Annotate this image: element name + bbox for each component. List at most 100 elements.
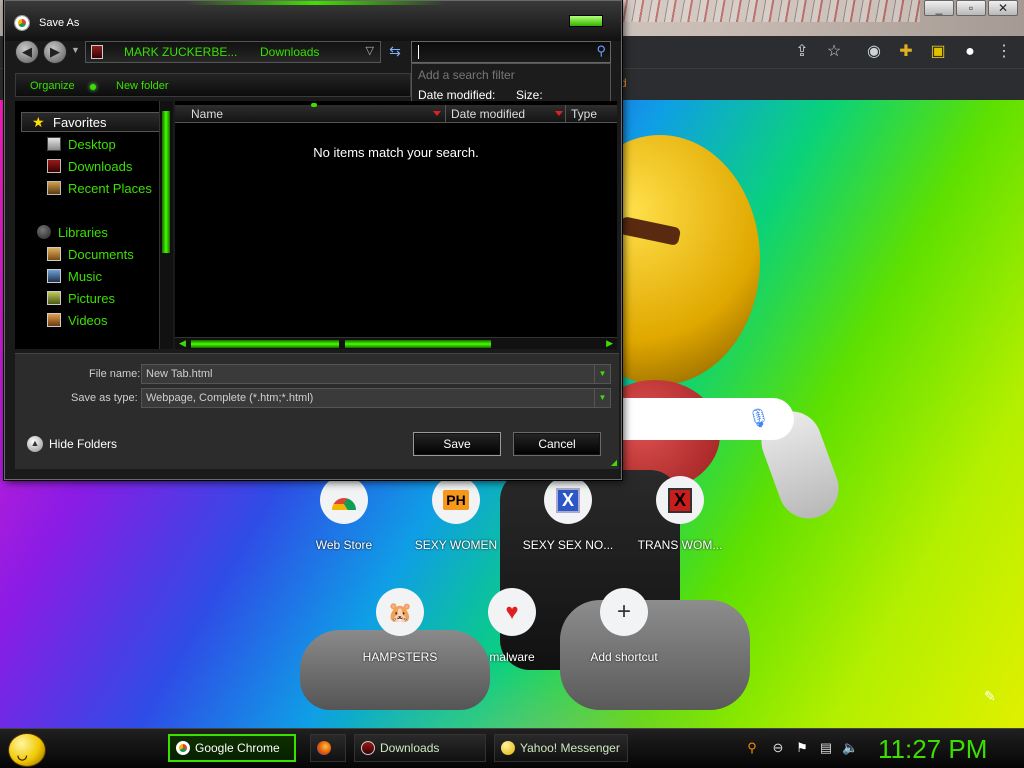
nav-label: Desktop [68,136,116,152]
microphone-icon[interactable]: 🎙 [747,408,770,429]
shortcut-tile[interactable]: PH SEXY WOMEN [396,476,516,552]
chevron-up-icon: ▲ [27,436,43,452]
search-icon[interactable]: ⚲ [744,740,760,756]
system-clock[interactable]: 11:27 PM [878,734,1018,765]
share-icon[interactable]: ⇪ [792,42,812,62]
column-type[interactable]: Type [571,107,597,121]
column-divider[interactable] [565,105,566,123]
filter-size[interactable]: Size: [516,88,543,102]
taskbar-item-chrome[interactable]: Google Chrome [168,734,296,762]
libraries-icon [37,225,51,239]
search-icon[interactable]: ⚲ [596,43,606,59]
videos-icon [47,313,61,327]
nav-item-videos[interactable]: Videos [47,310,108,330]
shortcut-tile[interactable]: X SEXY SEX NO... [508,476,628,552]
dialog-titlebar: Save As [5,1,621,41]
new-folder-button[interactable]: New folder [116,80,169,92]
column-name[interactable]: Name [191,107,223,121]
column-date-modified[interactable]: Date modified [451,107,525,121]
save-button[interactable]: Save [413,432,501,456]
save-type-select[interactable]: Webpage, Complete (*.htm;*.html) ▼ [141,388,611,408]
network-icon[interactable]: ▤ [818,740,834,756]
column-divider[interactable] [445,105,446,123]
nav-scrollbar[interactable] [159,101,173,349]
shortcut-tile[interactable]: X TRANS WOM... [620,476,740,552]
resize-grip-icon[interactable]: ◢ [611,458,617,467]
avatar[interactable]: ● [960,42,980,62]
nav-item-documents[interactable]: Documents [47,244,134,264]
pencil-icon[interactable]: ✎ [984,688,996,705]
taskbar-item-downloads[interactable]: Downloads [354,734,486,762]
nav-label: Favorites [53,114,107,130]
refresh-icon[interactable]: ⇆ [385,43,405,61]
start-button[interactable]: ◡ [8,733,46,767]
chevron-down-icon[interactable]: ▼ [594,365,610,383]
cancel-button[interactable]: Cancel [513,432,601,456]
hide-folders-button[interactable]: ▲ Hide Folders [27,436,117,452]
chevron-down-icon[interactable]: ▽ [366,44,374,57]
breadcrumb-segment[interactable]: Downloads [260,45,319,59]
shortcut-tile[interactable]: 🐹 HAMPSTERS [340,588,460,664]
pictures-icon [47,291,61,305]
search-input[interactable]: ⚲ [411,41,611,63]
nav-item-recent-places[interactable]: Recent Places [47,178,152,198]
shortcut-label: SEXY SEX NO... [522,538,614,552]
breadcrumb-segment[interactable]: MARK ZUCKERBE... [124,45,237,59]
organize-button[interactable]: Organize [30,80,75,92]
recent-locations-dropdown[interactable]: ▼ [71,45,80,55]
nav-label: Downloads [68,158,133,174]
sort-arrow-icon[interactable] [433,111,441,116]
file-name-input[interactable]: New Tab.html ▼ [141,364,611,384]
save-options-panel: File name: New Tab.html ▼ Save as type: … [15,353,619,469]
shortcut-tile[interactable]: Web Store [284,476,404,552]
x-blue-icon: X [544,476,592,524]
nav-scrollbar-thumb[interactable] [162,111,170,253]
nav-item-pictures[interactable]: Pictures [47,288,115,308]
bookmark-star-icon[interactable]: ☆ [824,42,844,62]
titlebar-artwork [620,0,920,22]
action-center-flag-icon[interactable]: ⚑ [794,740,810,756]
x-red-icon: X [656,476,704,524]
nav-libraries[interactable]: Libraries [37,222,108,242]
maximize-button[interactable]: ▫ [956,0,986,16]
minimize-button[interactable]: _ [924,0,954,16]
forward-button[interactable]: ▶ [43,40,67,64]
scroll-left-icon[interactable]: ◀ [179,338,186,349]
extensions-icon[interactable]: ✚ [896,42,916,62]
add-shortcut-button[interactable]: + Add shortcut [564,588,684,664]
nav-item-downloads[interactable]: Downloads [47,156,132,176]
dialog-title: Save As [39,17,80,29]
profile-flag-icon[interactable]: ◉ [864,42,884,62]
organize-indicator [90,84,96,90]
taskbar-item-firefox[interactable] [310,734,346,762]
file-name-value: New Tab.html [146,368,213,380]
breadcrumb[interactable]: MARK ZUCKERBE... Downloads ▽ [85,41,381,63]
scroll-right-icon[interactable]: ▶ [606,338,613,349]
volume-icon[interactable]: 🔈 [842,740,858,756]
nav-label: Documents [68,246,134,262]
downloads-icon [361,741,375,755]
close-button[interactable]: ✕ [988,0,1018,16]
recent-places-icon [47,181,61,195]
taskbar: ◡ Google Chrome Downloads Yahoo! Messeng… [0,728,1024,768]
scrollbar-grip [339,340,345,348]
chrome-icon [176,741,190,755]
sort-arrow-icon[interactable] [555,111,563,116]
header-indicator [311,103,317,107]
chevron-down-icon[interactable]: ▼ [594,389,610,407]
shortcut-tile[interactable]: ♥ malware [452,588,572,664]
window-controls: _ ▫ ✕ [922,0,1018,16]
nav-favorites[interactable]: ★ Favorites [21,112,163,132]
minus-circle-icon[interactable]: ⊖ [770,740,786,756]
save-type-value: Webpage, Complete (*.htm;*.html) [146,392,314,404]
nav-item-desktop[interactable]: Desktop [47,134,116,154]
menu-kebab-icon[interactable]: ⋮ [994,42,1014,62]
chrome-webstore-icon [320,476,368,524]
back-button[interactable]: ◀ [15,40,39,64]
filter-date-modified[interactable]: Date modified: [418,88,495,102]
dialog-close-button[interactable] [569,15,603,27]
sidepanel-icon[interactable]: ▣ [928,42,948,62]
taskbar-item-yahoo-messenger[interactable]: Yahoo! Messenger [494,734,628,762]
nav-item-music[interactable]: Music [47,266,102,286]
horizontal-scrollbar[interactable]: ◀ ▶ [175,337,617,349]
